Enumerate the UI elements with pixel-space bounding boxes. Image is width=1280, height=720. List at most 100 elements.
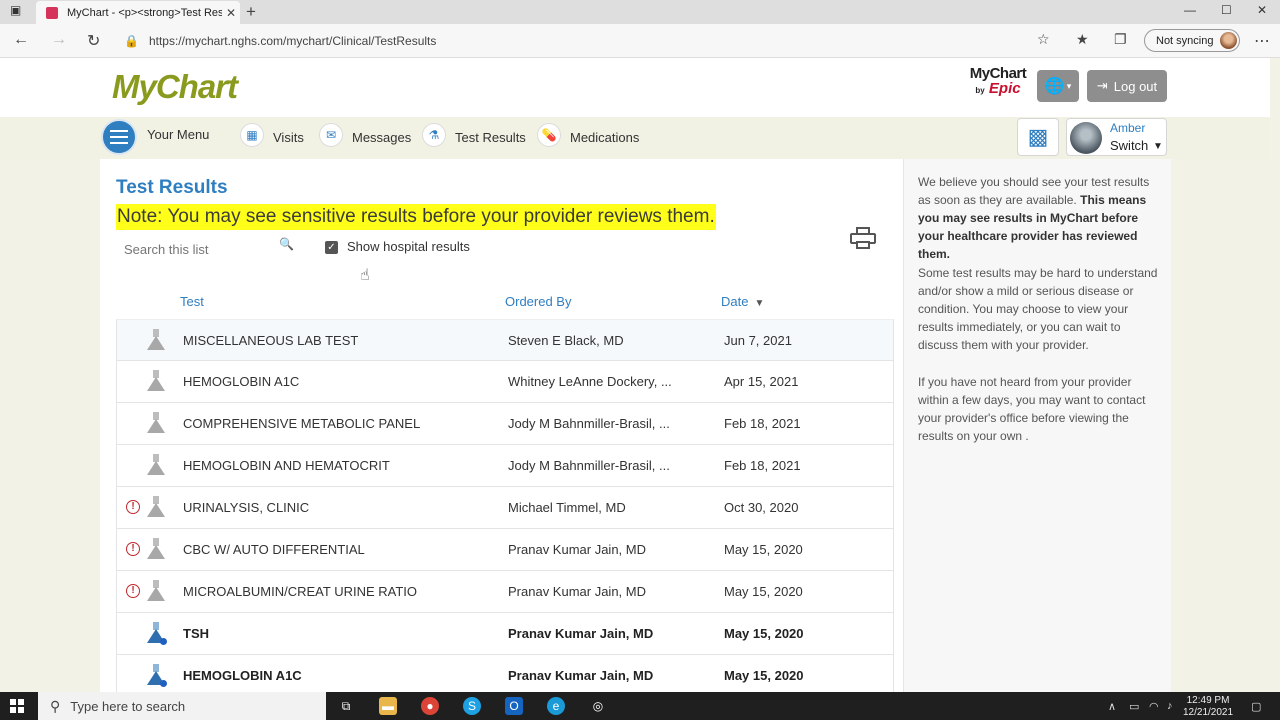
flask-icon bbox=[147, 412, 165, 434]
column-header-date[interactable]: Date ▼ bbox=[721, 294, 764, 309]
file-explorer-icon[interactable]: ▬ bbox=[379, 697, 397, 715]
print-icon[interactable] bbox=[850, 227, 876, 251]
taskbar-search-box[interactable]: ⚲ Type here to search bbox=[38, 692, 326, 720]
tray-overflow-icon[interactable]: ∧ bbox=[1108, 700, 1116, 713]
app-icon[interactable]: ◎ bbox=[589, 697, 607, 715]
task-view-icon[interactable]: ⧉ bbox=[337, 697, 355, 715]
result-date: Apr 15, 2021 bbox=[724, 374, 799, 389]
show-hospital-label[interactable]: Show hospital results bbox=[347, 239, 470, 254]
table-row[interactable]: HEMOGLOBIN A1C Whitney LeAnne Dockery, .… bbox=[116, 361, 894, 403]
browser-nav-bar: ← → ↻ 🔒 https://mychart.nghs.com/mychart… bbox=[0, 24, 1280, 58]
menu-item-messages[interactable]: ✉ Messages bbox=[319, 123, 411, 147]
close-tab-icon[interactable]: ✕ bbox=[222, 6, 240, 20]
result-date: May 15, 2020 bbox=[724, 668, 804, 683]
collections-icon[interactable]: ❐ bbox=[1114, 31, 1127, 48]
windows-start-icon[interactable] bbox=[10, 699, 24, 713]
table-row[interactable]: HEMOGLOBIN AND HEMATOCRIT Jody M Bahnmil… bbox=[116, 445, 894, 487]
tab-title: MyChart - <p><strong>Test Res bbox=[67, 6, 222, 19]
tab-actions-icon[interactable]: ▣ bbox=[10, 3, 21, 17]
your-menu-button[interactable]: Your Menu bbox=[147, 127, 209, 142]
outlook-icon[interactable]: O bbox=[505, 697, 523, 715]
chrome-icon[interactable]: ● bbox=[421, 697, 439, 715]
result-date: Oct 30, 2020 bbox=[724, 500, 799, 515]
more-icon[interactable]: ⋯ bbox=[1254, 31, 1270, 51]
show-hospital-checkbox[interactable]: ✓ bbox=[325, 241, 338, 254]
switch-user-button[interactable]: Amber Switch ▼ bbox=[1066, 118, 1167, 156]
table-row[interactable]: ! URINALYSIS, CLINIC Michael Timmel, MD … bbox=[116, 487, 894, 529]
edge-icon[interactable]: e bbox=[547, 697, 565, 715]
url-text: https://mychart.nghs.com/mychart/Clinica… bbox=[148, 33, 437, 48]
test-name: HEMOGLOBIN A1C bbox=[183, 374, 300, 389]
ordered-by: Pranav Kumar Jain, MD bbox=[508, 542, 646, 557]
sync-button[interactable]: Not syncing bbox=[1144, 29, 1240, 52]
mychart-favicon-icon bbox=[46, 6, 58, 19]
chevron-down-icon: ▾ bbox=[1066, 80, 1072, 91]
ordered-by: Whitney LeAnne Dockery, ... bbox=[508, 374, 672, 389]
logout-label: Log out bbox=[1113, 78, 1158, 94]
battery-icon[interactable]: ▭ bbox=[1129, 700, 1139, 713]
close-window-icon[interactable]: ✕ bbox=[1257, 3, 1267, 17]
volume-icon[interactable]: ♪ bbox=[1167, 700, 1173, 712]
main-menu-bar: Your Menu ▦ Visits ✉ Messages ⚗ Test Res… bbox=[0, 117, 1270, 159]
envelope-icon: ✉ bbox=[319, 123, 343, 147]
add-favorite-icon[interactable]: ☆ bbox=[1037, 31, 1050, 48]
alert-icon: ! bbox=[126, 584, 140, 598]
notifications-icon[interactable]: ▢ bbox=[1251, 700, 1261, 713]
ordered-by: Pranav Kumar Jain, MD bbox=[508, 668, 654, 683]
favorites-icon[interactable]: ★ bbox=[1076, 31, 1089, 48]
menu-item-test-results[interactable]: ⚗ Test Results bbox=[422, 123, 526, 147]
back-icon[interactable]: ← bbox=[13, 31, 29, 49]
language-button[interactable]: 🌐 ▾ bbox=[1037, 70, 1079, 102]
flask-icon bbox=[147, 580, 165, 602]
epic-logo: MyChart by Epic bbox=[969, 65, 1027, 97]
column-header-test[interactable]: Test bbox=[180, 294, 204, 309]
address-bar[interactable]: 🔒 https://mychart.nghs.com/mychart/Clini… bbox=[124, 28, 1134, 53]
taskbar-clock[interactable]: 12:49 PM 12/21/2021 bbox=[1183, 695, 1233, 719]
mychart-logo[interactable]: MyChart bbox=[112, 68, 238, 106]
test-name: COMPREHENSIVE METABOLIC PANEL bbox=[183, 416, 421, 431]
your-menu-icon[interactable] bbox=[101, 119, 137, 155]
page-title: Test Results bbox=[116, 177, 228, 198]
windows-taskbar: ⚲ Type here to search ⧉ ▬ ● S O e ◎ ∧ ▭ … bbox=[0, 692, 1280, 720]
table-row[interactable]: HEMOGLOBIN A1C Pranav Kumar Jain, MD May… bbox=[116, 655, 894, 697]
alert-icon: ! bbox=[126, 542, 140, 556]
search-icon[interactable]: 🔍 bbox=[279, 237, 294, 251]
table-row[interactable]: TSH Pranav Kumar Jain, MD May 15, 2020 bbox=[116, 613, 894, 655]
pill-icon: 💊 bbox=[537, 123, 561, 147]
minimize-icon[interactable]: — bbox=[1184, 3, 1196, 17]
table-row[interactable]: ! MICROALBUMIN/CREAT URINE RATIO Pranav … bbox=[116, 571, 894, 613]
alert-icon: ! bbox=[126, 500, 140, 514]
flask-icon bbox=[147, 454, 165, 476]
test-name: CBC W/ AUTO DIFFERENTIAL bbox=[183, 542, 365, 557]
flask-icon bbox=[147, 538, 165, 560]
profile-avatar bbox=[1220, 32, 1237, 49]
new-result-flask-icon bbox=[147, 664, 167, 687]
test-name: MICROALBUMIN/CREAT URINE RATIO bbox=[183, 584, 418, 599]
table-row[interactable]: MISCELLANEOUS LAB TEST Steven E Black, M… bbox=[116, 319, 894, 361]
ordered-by: Pranav Kumar Jain, MD bbox=[508, 584, 646, 599]
info-paragraph: We believe you should see your test resu… bbox=[918, 175, 1150, 261]
qr-code-button[interactable]: ▩ bbox=[1017, 118, 1059, 156]
menu-item-medications[interactable]: 💊 Medications bbox=[537, 123, 639, 147]
flask-icon bbox=[147, 370, 165, 392]
column-header-ordered-by[interactable]: Ordered By bbox=[505, 294, 571, 309]
result-date: May 15, 2020 bbox=[724, 584, 803, 599]
test-name: URINALYSIS, CLINIC bbox=[183, 500, 310, 515]
forward-icon[interactable]: → bbox=[51, 31, 67, 49]
search-input[interactable] bbox=[124, 239, 296, 259]
new-tab-icon[interactable]: + bbox=[246, 2, 256, 22]
sensitive-results-note: Note: You may see sensitive results befo… bbox=[116, 204, 716, 230]
table-row[interactable]: COMPREHENSIVE METABOLIC PANEL Jody M Bah… bbox=[116, 403, 894, 445]
result-date: May 15, 2020 bbox=[724, 626, 804, 641]
table-row[interactable]: ! CBC W/ AUTO DIFFERENTIAL Pranav Kumar … bbox=[116, 529, 894, 571]
wifi-icon[interactable]: ◠ bbox=[1149, 700, 1159, 713]
skype-icon[interactable]: S bbox=[463, 697, 481, 715]
menu-item-visits[interactable]: ▦ Visits bbox=[240, 123, 304, 147]
browser-tab[interactable]: MyChart - <p><strong>Test Res ✕ bbox=[36, 1, 240, 24]
browser-tab-bar: ▣ MyChart - <p><strong>Test Res ✕ + — ☐ … bbox=[0, 0, 1280, 24]
mouse-cursor-icon: ☝ bbox=[360, 267, 370, 284]
logout-button[interactable]: ⇥ Log out bbox=[1087, 70, 1167, 102]
refresh-icon[interactable]: ↻ bbox=[87, 31, 100, 51]
result-date: Feb 18, 2021 bbox=[724, 458, 801, 473]
maximize-icon[interactable]: ☐ bbox=[1221, 3, 1232, 17]
